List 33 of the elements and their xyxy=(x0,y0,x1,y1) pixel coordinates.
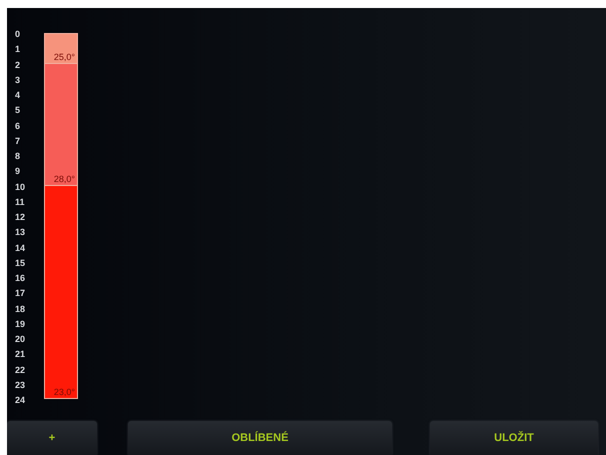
hour-label: 18 xyxy=(15,302,26,316)
temperature-label: 25,0° xyxy=(54,52,76,62)
hour-label: 20 xyxy=(15,333,26,346)
hour-label: 22 xyxy=(15,364,26,376)
temperature-segment[interactable]: 25,0° xyxy=(44,33,78,64)
hour-label: 10 xyxy=(15,180,26,194)
hour-label: 6 xyxy=(15,120,22,132)
action-button[interactable]: OBLÍBENÉ xyxy=(128,421,392,455)
action-button[interactable]: + xyxy=(7,421,97,455)
hour-label: 12 xyxy=(15,211,26,224)
hour-label: 24 xyxy=(15,394,26,407)
temperature-label: 28,0° xyxy=(54,174,76,184)
hour-label: 5 xyxy=(15,104,22,118)
hour-label: 11 xyxy=(15,196,26,209)
temperature-label: 23,0° xyxy=(54,387,76,398)
hour-label: 17 xyxy=(15,287,26,300)
hour-label: 1 xyxy=(15,43,22,56)
action-button[interactable]: ULOŽIT xyxy=(430,421,598,455)
hour-label: 19 xyxy=(15,318,26,331)
hour-label: 15 xyxy=(15,256,26,270)
hour-label: 14 xyxy=(15,242,26,254)
hour-label: 16 xyxy=(15,272,26,285)
hour-label: 8 xyxy=(15,150,22,163)
hour-label: 0 xyxy=(15,28,22,41)
hour-label: 4 xyxy=(15,89,22,102)
hour-label: 21 xyxy=(15,348,26,362)
hour-label: 9 xyxy=(15,165,22,178)
hour-label: 7 xyxy=(15,134,22,148)
hour-label: 13 xyxy=(15,226,26,240)
temperature-segment[interactable]: 28,0° xyxy=(44,64,78,186)
hour-label: 3 xyxy=(15,74,22,87)
hour-label: 23 xyxy=(15,378,26,392)
hour-label: 2 xyxy=(15,58,22,72)
